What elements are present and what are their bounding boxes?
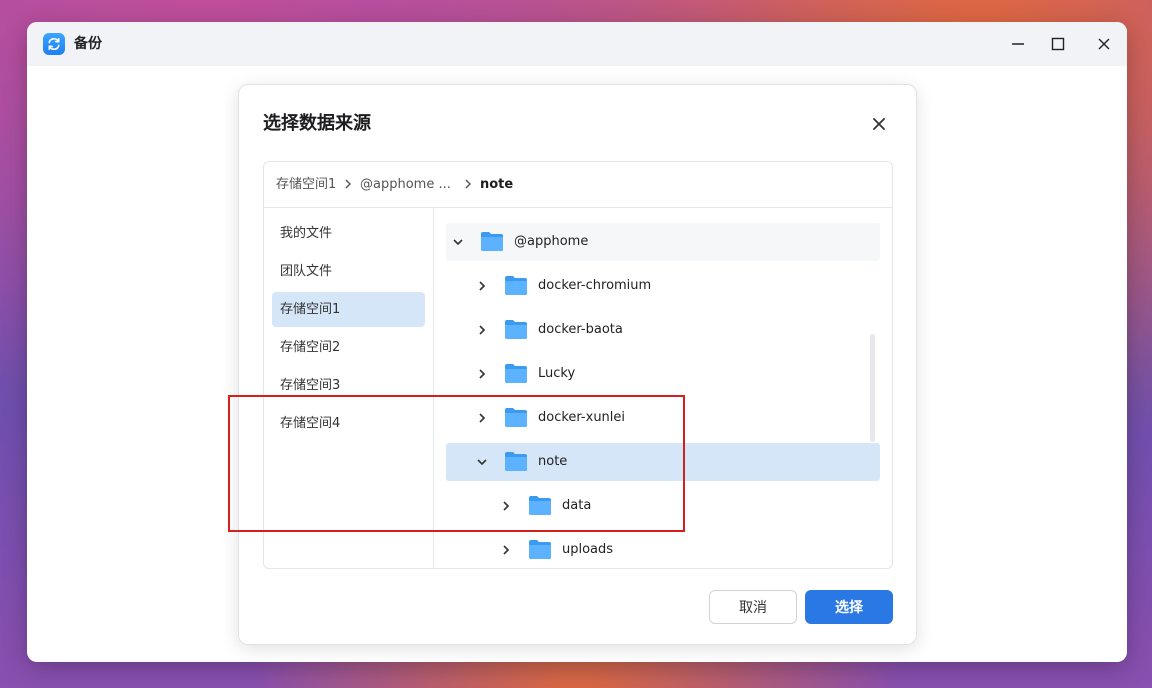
folder-name: docker-baota bbox=[538, 322, 623, 337]
breadcrumb: 存储空间1 @apphome ... note bbox=[264, 162, 892, 208]
tree-row-selected[interactable]: note bbox=[446, 443, 880, 481]
folder-icon bbox=[529, 496, 551, 515]
backup-window: 备份 选择数据来源 存储空间1 @apphome ... note 我的文件 团… bbox=[27, 22, 1127, 662]
maximize-button[interactable] bbox=[1043, 30, 1073, 58]
breadcrumb-item[interactable]: @apphome ... bbox=[360, 176, 451, 194]
chevron-down-icon[interactable] bbox=[452, 236, 464, 248]
folder-name: @apphome bbox=[514, 234, 589, 249]
chevron-right-icon[interactable] bbox=[500, 500, 512, 512]
close-window-button[interactable] bbox=[1089, 30, 1119, 58]
minimize-icon bbox=[1012, 43, 1024, 45]
tree-row[interactable]: @apphome bbox=[446, 223, 880, 261]
chevron-down-icon[interactable] bbox=[476, 456, 488, 468]
maximize-icon bbox=[1051, 37, 1065, 51]
folder-name: data bbox=[562, 498, 592, 513]
folder-name: docker-xunlei bbox=[538, 410, 626, 425]
folder-name: note bbox=[538, 454, 568, 469]
chevron-right-icon[interactable] bbox=[476, 280, 488, 292]
sidebar-item-storage-3[interactable]: 存储空间3 bbox=[272, 368, 425, 403]
folder-tree: @apphome docker-chromium docker-baota Lu… bbox=[434, 208, 892, 568]
dialog-title: 选择数据来源 bbox=[263, 113, 371, 134]
tree-row[interactable]: docker-chromium bbox=[446, 267, 880, 305]
folder-icon bbox=[529, 540, 551, 559]
chevron-right-icon[interactable] bbox=[500, 544, 512, 556]
tree-row[interactable]: Lucky bbox=[446, 355, 880, 393]
sidebar-item-label: 存储空间4 bbox=[280, 416, 341, 431]
chevron-right-icon[interactable] bbox=[476, 324, 488, 336]
sidebar-item-label: 团队文件 bbox=[280, 264, 333, 279]
folder-name: docker-chromium bbox=[538, 278, 652, 293]
tree-row[interactable]: data bbox=[446, 487, 880, 525]
sidebar: 我的文件 团队文件 存储空间1 存储空间2 存储空间3 存储空间4 bbox=[264, 208, 434, 568]
folder-icon bbox=[481, 232, 503, 251]
tree-scrollbar[interactable] bbox=[870, 334, 875, 442]
tree-row[interactable]: docker-baota bbox=[446, 311, 880, 349]
sidebar-item-label: 存储空间2 bbox=[280, 340, 341, 355]
folder-icon bbox=[505, 452, 527, 471]
sidebar-item-label: 我的文件 bbox=[280, 226, 333, 241]
select-button[interactable]: 选择 bbox=[805, 590, 893, 624]
folder-icon bbox=[505, 320, 527, 339]
sidebar-item-storage-2[interactable]: 存储空间2 bbox=[272, 330, 425, 365]
sidebar-item-my-files[interactable]: 我的文件 bbox=[272, 216, 425, 251]
select-source-dialog: 选择数据来源 存储空间1 @apphome ... note 我的文件 团队文件… bbox=[238, 84, 917, 645]
tree-row[interactable]: uploads bbox=[446, 531, 880, 568]
chevron-right-icon bbox=[345, 179, 351, 189]
sidebar-item-storage-1[interactable]: 存储空间1 bbox=[272, 292, 425, 327]
file-browser: 存储空间1 @apphome ... note 我的文件 团队文件 存储空间1 … bbox=[263, 161, 893, 569]
window-title: 备份 bbox=[74, 36, 102, 52]
sidebar-item-label: 存储空间3 bbox=[280, 378, 341, 393]
sidebar-item-label: 存储空间1 bbox=[280, 302, 341, 317]
chevron-right-icon[interactable] bbox=[476, 368, 488, 380]
sidebar-item-team-files[interactable]: 团队文件 bbox=[272, 254, 425, 289]
dialog-close-button[interactable] bbox=[866, 111, 892, 137]
folder-name: Lucky bbox=[538, 366, 576, 381]
chevron-right-icon[interactable] bbox=[476, 412, 488, 424]
breadcrumb-current: note bbox=[480, 177, 514, 192]
cancel-button[interactable]: 取消 bbox=[709, 590, 797, 624]
sync-icon bbox=[43, 33, 65, 55]
folder-name: uploads bbox=[562, 542, 614, 557]
sidebar-item-storage-4[interactable]: 存储空间4 bbox=[272, 406, 425, 441]
breadcrumb-item[interactable]: 存储空间1 bbox=[276, 176, 336, 194]
title-bar: 备份 bbox=[27, 22, 1127, 66]
tree-row[interactable]: docker-xunlei bbox=[446, 399, 880, 437]
close-icon bbox=[873, 118, 885, 130]
minimize-button[interactable] bbox=[1003, 30, 1033, 58]
close-icon bbox=[1098, 38, 1110, 50]
chevron-right-icon bbox=[465, 179, 471, 189]
folder-icon bbox=[505, 364, 527, 383]
folder-icon bbox=[505, 276, 527, 295]
folder-icon bbox=[505, 408, 527, 427]
